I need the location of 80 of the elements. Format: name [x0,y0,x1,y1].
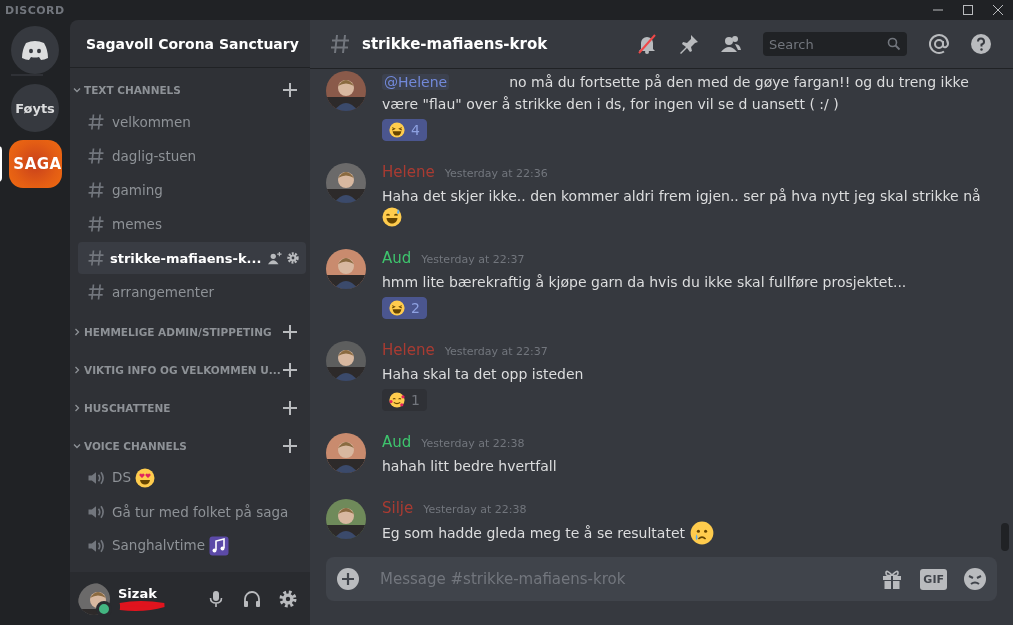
category-header[interactable]: HUSCHATTENE [84,402,282,414]
message-text: Haha det skjer ikke.. den kommer aldri frem igjen.. ser på hva nytt jeg skal strikke nå [382,187,981,206]
channel-title: strikke-mafiaens-krok [362,35,549,53]
members-icon[interactable] [720,33,742,55]
hash-icon [86,282,106,302]
category-header[interactable]: VIKTIG INFO OG VELKOMMEN U... [84,364,282,376]
add-icon[interactable] [336,567,360,591]
server-icon[interactable]: Føyts [11,84,59,132]
message-text: Haha skal ta det opp isteden [382,365,584,384]
message-text: hmm lite bærekraftig å kjøpe garn da hvis du ikke skal fullføre prosjektet... [382,273,907,292]
app-logo: DISCORD [4,3,65,17]
channel-item[interactable]: velkommen [78,106,306,138]
message-text: @Helene no må du fortsette på den med de gøye fargan!! og du treng ikke være "flau" over å strikke den i ds, for ingen vil se d uansett ( :/ ) [382,73,970,114]
add-channel-icon[interactable] [282,400,298,416]
author-name[interactable]: Aud [382,249,412,267]
settings-icon[interactable] [278,588,298,609]
hash-icon [86,112,106,132]
mention-icon[interactable] [928,33,950,55]
category-header[interactable]: VOICE CHANNELS [84,440,282,452]
message-text: Eg som hadde gleda meg te å se resultatet [382,524,686,543]
angry-face-icon[interactable] [963,567,987,591]
redaction-mark [118,601,166,611]
channel-item[interactable]: Gå tur med folket på saga [78,496,306,528]
close-icon[interactable] [991,3,1005,17]
mention-link[interactable]: @Helene [382,74,450,90]
timestamp: Yesterday at 22:38 [423,503,527,516]
pin-icon[interactable] [678,33,700,55]
chevron-right-icon[interactable] [72,403,82,413]
channel-item[interactable]: arrangementer [78,276,306,308]
server-icon[interactable]: SAGA [8,140,62,188]
chevron-down-icon[interactable] [72,441,82,451]
smiling-hearts-icon [389,392,405,408]
laughing-face-icon [389,122,405,138]
channel-item[interactable]: daglig-stuen [78,140,306,172]
crying-face-icon [690,521,715,545]
headphones-icon[interactable] [242,588,262,609]
reaction-button[interactable]: 2 [382,297,427,319]
chevron-right-icon[interactable] [72,365,82,375]
hash-icon [86,248,106,268]
music-note-icon [209,536,230,556]
search-field[interactable]: Search [763,32,907,56]
laughing-face-icon [389,300,405,316]
add-channel-icon[interactable] [282,438,298,454]
reaction-button[interactable]: 4 [382,119,427,141]
heart-eyes-icon [135,468,156,488]
timestamp: Yesterday at 22:37 [421,253,525,266]
hash-icon [86,146,106,166]
channel-item[interactable]: gaming [78,174,306,206]
hash-icon [86,214,106,234]
username: Sizak [118,586,158,601]
sweat-smile-icon [382,207,402,227]
search-icon [887,37,901,51]
timestamp: Yesterday at 22:37 [444,345,548,358]
add-channel-icon[interactable] [282,362,298,378]
gif-button[interactable]: GIF [920,568,947,590]
invite-icon[interactable] [268,251,282,265]
help-icon[interactable] [970,33,992,55]
channel-item[interactable]: memes [78,208,306,240]
home-icon [21,40,49,60]
maximize-icon[interactable] [961,3,975,17]
author-name[interactable]: Aud [382,433,412,451]
hash-icon [86,180,106,200]
add-channel-icon[interactable] [282,324,298,340]
chevron-down-icon[interactable] [72,85,82,95]
muted-bell-icon[interactable] [636,33,658,55]
settings-icon[interactable] [286,251,300,265]
timestamp: Yesterday at 22:38 [421,437,525,450]
channel-item[interactable]: strikke-mafiaens-k... [78,242,306,274]
home-button[interactable] [11,26,59,74]
add-channel-icon[interactable] [282,82,298,98]
category-header[interactable]: TEXT CHANNELS [84,84,282,96]
category-header[interactable]: HEMMELIGE ADMIN/STIPPETING [84,326,282,338]
channel-item[interactable]: Sanghalvtime [78,530,306,562]
message-text: hahah litt bedre hvertfall [382,457,557,476]
scrollbar-thumb[interactable] [1001,523,1009,551]
hash-icon [328,32,352,56]
timestamp: Yesterday at 22:36 [444,167,548,180]
chevron-right-icon[interactable] [72,327,82,337]
channel-item[interactable]: DS [78,462,306,494]
reaction-button[interactable]: 1 [382,389,427,411]
